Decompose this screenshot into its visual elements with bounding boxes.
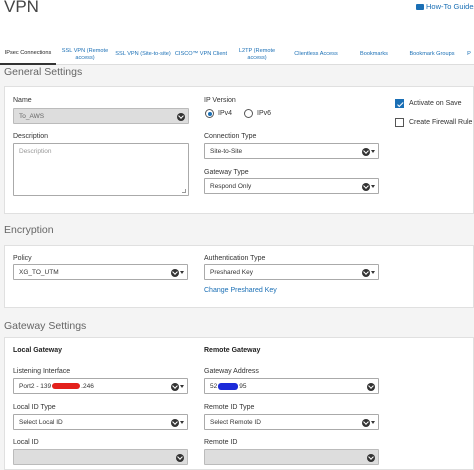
gateway-type-label: Gateway Type [204, 169, 249, 176]
chevron-down-icon [371, 150, 375, 153]
chevron-down-icon [371, 421, 375, 424]
ipv6-radio[interactable] [244, 109, 253, 118]
description-label: Description [13, 133, 49, 140]
gateway-type-select[interactable]: Respond Only [204, 178, 379, 194]
listening-interface-label: Listening Interface [13, 368, 71, 375]
local-id-input[interactable] [13, 449, 188, 465]
remote-id-type-value: Select Remote ID [210, 418, 261, 426]
activate-on-save-checkbox[interactable] [395, 99, 404, 108]
gateway-address-prefix: 52 [210, 382, 218, 390]
local-id-type-select[interactable]: Select Local ID [13, 414, 188, 430]
valid-icon [367, 382, 375, 391]
tab-bar: IPsec Connections SSL VPN (Remote access… [0, 44, 474, 65]
listening-interface-prefix: Port2 - 139 [19, 382, 52, 390]
page-header: VPN How-To Guides [0, 0, 474, 44]
how-to-guides-link[interactable]: How-To Guides [416, 2, 474, 11]
remote-id-input[interactable] [204, 449, 379, 465]
connection-type-label: Connection Type [204, 133, 257, 140]
valid-icon [362, 268, 370, 277]
ipv4-radio[interactable] [205, 109, 214, 118]
chevron-down-icon [180, 385, 184, 388]
valid-icon [362, 147, 370, 156]
ipv6-label: IPv6 [257, 110, 272, 117]
valid-icon [176, 453, 184, 462]
activate-on-save-label: Activate on Save [409, 100, 462, 107]
chevron-down-icon [371, 185, 375, 188]
general-settings-panel: Name To_AWS Description Description IP V… [4, 86, 474, 214]
tab-cisco-vpn-client[interactable]: CISCO™ VPN Client [172, 44, 230, 65]
auth-type-label: Authentication Type [204, 255, 266, 262]
remote-id-type-select[interactable]: Select Remote ID [204, 414, 379, 430]
name-input[interactable]: To_AWS [13, 108, 189, 124]
name-label: Name [13, 97, 32, 104]
chevron-down-icon [371, 271, 375, 274]
listening-interface-suffix: .246 [81, 382, 94, 390]
valid-icon [177, 112, 185, 121]
tab-bookmarks[interactable]: Bookmarks [348, 44, 400, 65]
gateway-settings-panel: Local Gateway Remote Gateway Listening I… [4, 337, 474, 470]
general-settings-title: General Settings [4, 66, 83, 78]
tab-overflow[interactable]: P [464, 44, 474, 65]
create-firewall-rule-label: Create Firewall Rule [409, 119, 473, 126]
policy-label: Policy [13, 255, 32, 262]
connection-type-value: Site-to-Site [210, 147, 243, 155]
chevron-down-icon [180, 421, 184, 424]
description-placeholder: Description [19, 148, 52, 155]
auth-type-select[interactable]: Preshared Key [204, 264, 379, 280]
remote-id-type-label: Remote ID Type [204, 404, 255, 411]
how-to-guides-label: How-To Guides [426, 2, 474, 11]
remote-gateway-heading: Remote Gateway [204, 347, 261, 354]
ip-version-label: IP Version [204, 97, 236, 104]
gateway-address-label: Gateway Address [204, 368, 259, 375]
policy-value: XG_TO_UTM [19, 268, 59, 276]
tab-ssl-vpn-site[interactable]: SSL VPN (Site-to-site) [114, 44, 172, 65]
tab-ipsec-connections[interactable]: IPsec Connections [0, 44, 56, 65]
valid-icon [171, 418, 179, 427]
encryption-title: Encryption [4, 224, 54, 236]
valid-icon [171, 268, 179, 277]
page-title: VPN [4, 0, 39, 16]
remote-id-label: Remote ID [204, 439, 238, 446]
description-textarea[interactable]: Description [13, 143, 189, 196]
valid-icon [367, 453, 375, 462]
local-gateway-heading: Local Gateway [13, 347, 63, 354]
resize-handle-icon[interactable] [182, 189, 186, 193]
name-value: To_AWS [19, 112, 45, 120]
valid-icon [171, 382, 179, 391]
video-icon [416, 4, 424, 11]
local-id-type-label: Local ID Type [13, 404, 56, 411]
encryption-panel: Policy XG_TO_UTM Authentication Type Pre… [4, 245, 474, 308]
gateway-type-value: Respond Only [210, 182, 252, 190]
gateway-address-suffix: 95 [239, 382, 247, 390]
chevron-down-icon [180, 271, 184, 274]
policy-select[interactable]: XG_TO_UTM [13, 264, 188, 280]
tab-bookmark-groups[interactable]: Bookmark Groups [400, 44, 464, 65]
tab-l2tp-remote[interactable]: L2TP (Remote access) [230, 44, 284, 65]
valid-icon [362, 418, 370, 427]
gateway-settings-title: Gateway Settings [4, 320, 87, 332]
local-id-label: Local ID [13, 439, 39, 446]
redaction-mark [52, 383, 81, 389]
tab-ssl-vpn-remote[interactable]: SSL VPN (Remote access) [56, 44, 114, 65]
auth-type-value: Preshared Key [210, 268, 253, 276]
redaction-mark [218, 382, 239, 390]
create-firewall-rule-checkbox[interactable] [395, 118, 404, 127]
ipv4-label: IPv4 [218, 110, 233, 117]
listening-interface-select[interactable]: Port2 - 139 .246 [13, 378, 188, 394]
tab-clientless-access[interactable]: Clientless Access [284, 44, 348, 65]
valid-icon [362, 182, 370, 191]
change-preshared-key-link[interactable]: Change Preshared Key [204, 287, 277, 294]
local-id-type-value: Select Local ID [19, 418, 63, 426]
connection-type-select[interactable]: Site-to-Site [204, 143, 379, 159]
gateway-address-input[interactable]: 52 95 [204, 378, 379, 394]
